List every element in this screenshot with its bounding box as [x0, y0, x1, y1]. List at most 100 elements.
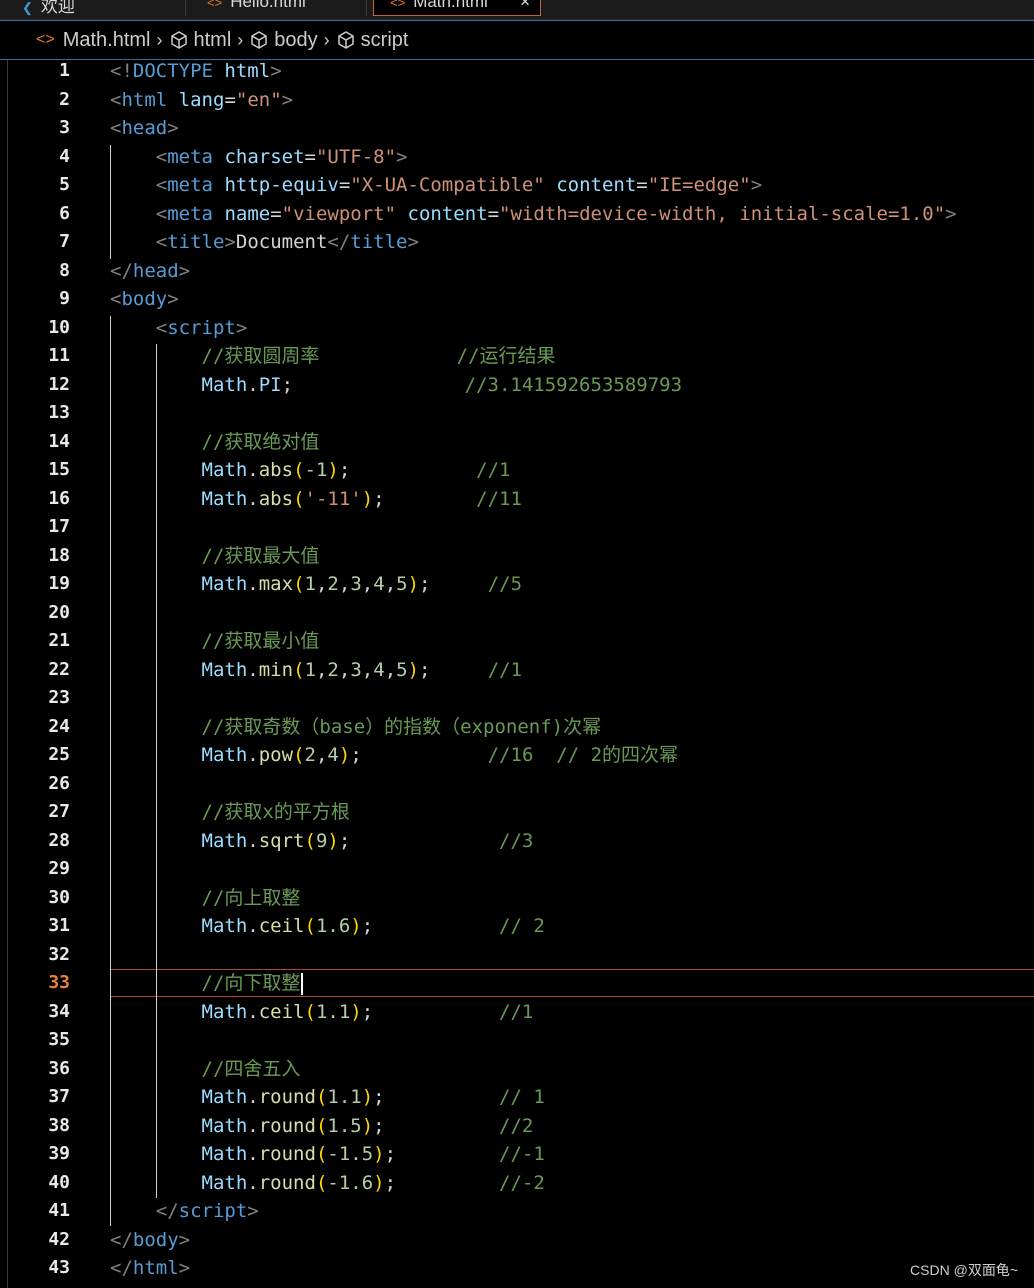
code-token: >	[167, 288, 179, 310]
editor-tab-bar: ❮ 欢迎 <> Hello.html <> Math.html ×	[0, 0, 1034, 20]
code-line[interactable]: 37 Math.round(1.1); // 1	[0, 1083, 1034, 1111]
breadcrumb-item-html[interactable]: html	[169, 29, 231, 52]
code-line[interactable]: 16 Math.abs('-11'); //11	[0, 485, 1034, 513]
code-token: .	[247, 658, 259, 681]
code-token: .	[247, 744, 259, 766]
code-line[interactable]: 8 </head>	[0, 257, 1034, 285]
code-line[interactable]: 7 <title>Document</title>	[0, 228, 1034, 256]
code-token: >	[178, 1228, 191, 1251]
code-token: ,	[315, 658, 328, 681]
code-token: content	[556, 174, 637, 196]
code-line[interactable]: 3 <head>	[0, 114, 1034, 142]
tab-math-html[interactable]: <> Math.html ×	[373, 0, 541, 16]
code-line[interactable]: 29	[0, 855, 1034, 883]
code-line[interactable]: 40 Math.round(-1.6); //-2	[0, 1169, 1034, 1197]
code-text: //获取绝对值	[110, 428, 320, 456]
chevron-right-icon: ›	[237, 29, 244, 50]
breadcrumb-item-file[interactable]: <> Math.html	[36, 29, 151, 52]
code-line[interactable]: 9 <body>	[0, 285, 1034, 313]
code-line[interactable]: 1 <!DOCTYPE html>	[0, 57, 1034, 85]
code-line[interactable]: 31 Math.ceil(1.6); // 2	[0, 912, 1034, 940]
code-token: head	[132, 259, 179, 282]
code-token: //3	[499, 829, 534, 852]
code-text: Math.ceil(1.6); // 2	[110, 912, 545, 940]
code-token: <!	[110, 60, 133, 82]
code-line[interactable]: 15 Math.abs(-1); //1	[0, 456, 1034, 484]
code-token: body	[132, 1228, 179, 1251]
tab-hello-html[interactable]: <> Hello.html	[187, 0, 367, 16]
code-line[interactable]: 27 //获取x的平方根	[0, 798, 1034, 826]
chevron-right-icon: ›	[323, 29, 330, 50]
code-token: >	[750, 174, 763, 196]
line-number: 33	[48, 972, 70, 993]
code-line[interactable]: 32	[0, 941, 1034, 969]
text-cursor	[301, 972, 304, 995]
code-line[interactable]: 23	[0, 684, 1034, 712]
code-line[interactable]: 4 <meta charset="UTF-8">	[0, 143, 1034, 171]
code-token: //-1	[499, 1143, 545, 1165]
code-line[interactable]: 35	[0, 1026, 1034, 1054]
code-token: ,	[384, 658, 397, 681]
breadcrumb-item-script[interactable]: script	[336, 29, 408, 52]
code-token: 5	[396, 658, 408, 681]
code-line[interactable]: 22 Math.min(1,2,3,4,5); //1	[0, 656, 1034, 684]
code-line[interactable]: 41 </script>	[0, 1197, 1034, 1225]
code-token: .	[247, 1086, 259, 1108]
code-line[interactable]: 12 Math.PI; //3.141592653589793	[0, 371, 1034, 399]
code-line[interactable]: 19 Math.max(1,2,3,4,5); //5	[0, 570, 1034, 598]
code-token: ;	[373, 487, 385, 510]
code-line[interactable]: 39 Math.round(-1.5); //-1	[0, 1140, 1034, 1168]
tab-welcome[interactable]: ❮ 欢迎	[0, 0, 186, 16]
code-line[interactable]: 26	[0, 770, 1034, 798]
line-number: 41	[48, 1200, 70, 1221]
breadcrumb-item-body[interactable]: body	[249, 29, 318, 52]
code-token: ;	[361, 915, 374, 937]
code-token: lang	[178, 88, 225, 111]
code-token: 9	[315, 829, 328, 852]
code-token: (	[293, 744, 305, 766]
code-token: >	[224, 231, 236, 253]
code-line[interactable]: 18 //获取最大值	[0, 542, 1034, 570]
code-token: //3.141592653589793	[464, 373, 683, 396]
code-line[interactable]: 5 <meta http-equiv="X-UA-Compatible" con…	[0, 171, 1034, 199]
code-token: .	[247, 459, 259, 481]
code-token: (	[304, 915, 316, 937]
code-line[interactable]: 43 </html>	[0, 1254, 1034, 1282]
code-line[interactable]: 6 <meta name="viewport" content="width=d…	[0, 200, 1034, 228]
code-editor[interactable]: 1 <!DOCTYPE html> 2 <html lang="en"> 3 <head>…	[0, 60, 1034, 1288]
code-line[interactable]: 13	[0, 399, 1034, 427]
code-line[interactable]: 2 <html lang="en">	[0, 86, 1034, 114]
code-line[interactable]: 42 </body>	[0, 1226, 1034, 1254]
code-token: </	[110, 1257, 133, 1279]
code-line[interactable]: 34 Math.ceil(1.1); //1	[0, 998, 1034, 1026]
code-line[interactable]: 10 <script>	[0, 314, 1034, 342]
line-number: 20	[48, 601, 70, 623]
code-line[interactable]: 28 Math.sqrt(9); //3	[0, 827, 1034, 855]
code-line[interactable]: 36 //四舍五入	[0, 1055, 1034, 1083]
code-token: )	[350, 915, 362, 937]
code-line[interactable]: 17	[0, 513, 1034, 541]
code-line[interactable]: 33 //向下取整	[0, 969, 1034, 997]
code-line[interactable]: 14 //获取绝对值	[0, 428, 1034, 456]
line-number: 25	[48, 744, 70, 765]
code-line[interactable]: 24 //获取奇数（base）的指数（exponenf)次幂	[0, 713, 1034, 741]
code-text: </body>	[110, 1226, 190, 1254]
close-icon[interactable]: ×	[520, 0, 530, 12]
code-token: title	[167, 231, 225, 253]
code-line[interactable]: 38 Math.round(1.5); //2	[0, 1112, 1034, 1140]
code-line[interactable]: 20	[0, 599, 1034, 627]
code-line[interactable]: 30 //向上取整	[0, 884, 1034, 912]
code-line[interactable]: 25 Math.pow(2,4); //16 // 2的四次幂	[0, 741, 1034, 769]
code-text: </html>	[110, 1254, 190, 1282]
code-line[interactable]: 21 //获取最小值	[0, 627, 1034, 655]
code-line[interactable]: 11 //获取圆周率 //运行结果	[0, 342, 1034, 370]
